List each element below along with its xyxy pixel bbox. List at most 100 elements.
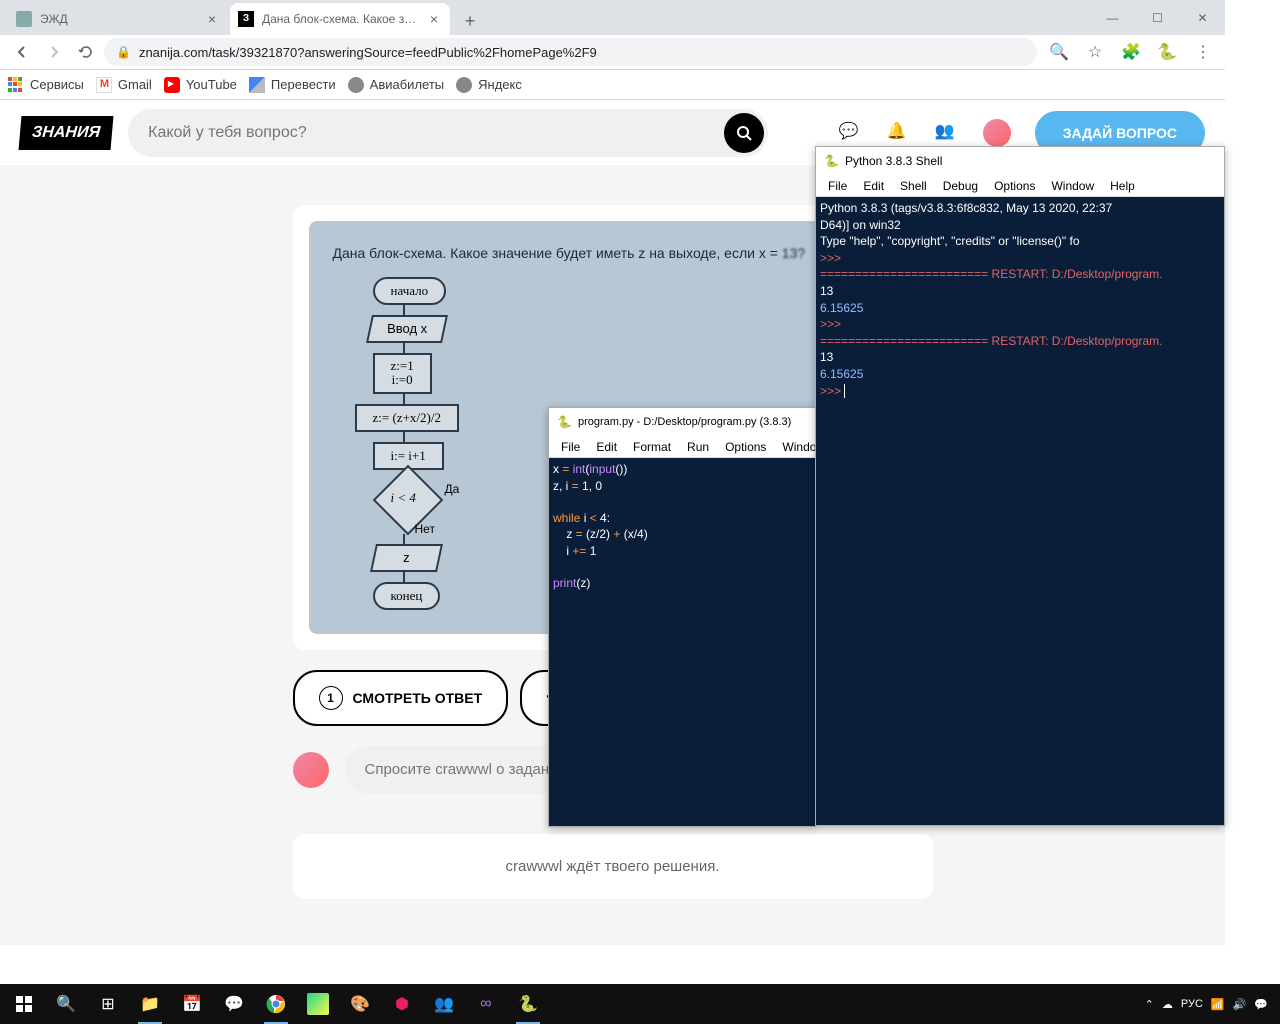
answer-count-badge: 1 — [319, 686, 343, 710]
fc-formula: z:= (z+x/2)/2 — [355, 404, 459, 432]
lock-icon: 🔒 — [116, 45, 131, 59]
minimize-button[interactable]: — — [1090, 0, 1135, 35]
whatsapp-taskbar[interactable]: 💬 — [214, 984, 254, 1024]
browser-toolbar: 🔒 znanija.com/task/39321870?answeringSou… — [0, 35, 1225, 70]
znanija-logo[interactable]: ЗНАНИЯ — [19, 116, 114, 150]
bookmark-label: Яндекс — [478, 77, 522, 92]
system-tray: ⌃ ☁ РУС 📶 🔊 💬 — [1145, 998, 1276, 1011]
messages-icon[interactable]: 💬 — [839, 121, 863, 145]
menu-edit[interactable]: Edit — [855, 177, 892, 195]
view-answer-label: СМОТРЕТЬ ОТВЕТ — [353, 690, 483, 706]
forward-button[interactable] — [40, 38, 68, 66]
search-button[interactable] — [724, 113, 764, 153]
new-tab-button[interactable]: + — [456, 7, 484, 35]
shell-titlebar[interactable]: 🐍 Python 3.8.3 Shell — [816, 147, 1224, 175]
python-editor-window[interactable]: 🐍 program.py - D:/Desktop/program.py (3.… — [548, 407, 816, 827]
reload-button[interactable] — [72, 38, 100, 66]
waiting-text: crawwwl ждёт твоего решения. — [317, 858, 909, 875]
bookmark-youtube[interactable]: YouTube — [164, 77, 237, 93]
menu-debug[interactable]: Debug — [935, 177, 986, 195]
explorer-taskbar[interactable]: 📁 — [130, 984, 170, 1024]
bookmark-flights[interactable]: Авиабилеты — [348, 77, 444, 93]
apps-icon — [8, 77, 24, 93]
asker-avatar[interactable] — [293, 752, 329, 788]
task-view-button[interactable]: ⊞ — [88, 984, 128, 1024]
browser-tab-0[interactable]: ЭЖД × — [8, 3, 228, 35]
tab-title: ЭЖД — [40, 12, 196, 26]
editor-title-text: program.py - D:/Desktop/program.py (3.8.… — [578, 416, 791, 428]
menu-file[interactable]: File — [553, 438, 588, 456]
shell-menubar: File Edit Shell Debug Options Window Hel… — [816, 175, 1224, 197]
python-shell-window[interactable]: 🐍 Python 3.8.3 Shell File Edit Shell Deb… — [815, 146, 1225, 826]
search-input[interactable] — [128, 109, 768, 157]
volume-icon[interactable]: 🔊 — [1233, 998, 1247, 1011]
bookmarks-bar: Сервисы Gmail YouTube Перевести Авиабиле… — [0, 70, 1225, 100]
editor-menubar: File Edit Format Run Options Window H — [549, 436, 815, 458]
python-icon: 🐍 — [824, 154, 839, 168]
teams-taskbar[interactable]: 👥 — [424, 984, 464, 1024]
close-button[interactable]: ✕ — [1180, 0, 1225, 35]
bookmark-apps[interactable]: Сервисы — [8, 77, 84, 93]
menu-file[interactable]: File — [820, 177, 855, 195]
fc-condition: i < 4 Да — [373, 480, 443, 520]
search-taskbar-button[interactable]: 🔍 — [46, 984, 86, 1024]
search-icon — [736, 125, 752, 141]
pycharm-taskbar[interactable] — [307, 993, 329, 1015]
tab-close-icon[interactable]: × — [204, 11, 220, 27]
vs-taskbar[interactable]: ∞ — [466, 984, 506, 1024]
editor-titlebar[interactable]: 🐍 program.py - D:/Desktop/program.py (3.… — [549, 408, 815, 436]
browser-tab-1[interactable]: З Дана блок-схема. Какое значен × — [230, 3, 450, 35]
waiting-card: crawwwl ждёт твоего решения. — [293, 834, 933, 899]
tab-close-icon[interactable]: × — [426, 11, 442, 27]
menu-window[interactable]: Window — [1043, 177, 1102, 195]
star-icon[interactable]: ☆ — [1081, 38, 1109, 66]
fc-input: Ввод x — [366, 315, 448, 343]
calendar-taskbar[interactable]: 📅 — [172, 984, 212, 1024]
python-extension-icon[interactable]: 🐍 — [1153, 38, 1181, 66]
powertoys-taskbar[interactable]: 🎨 — [340, 984, 380, 1024]
bookmark-label: Gmail — [118, 77, 152, 92]
bookmark-yandex[interactable]: Яндекс — [456, 77, 522, 93]
back-button[interactable] — [8, 38, 36, 66]
bookmark-label: Перевести — [271, 77, 336, 92]
notifications-tray-icon[interactable]: 💬 — [1254, 998, 1268, 1011]
start-button[interactable] — [4, 984, 44, 1024]
tab-strip: ЭЖД × З Дана блок-схема. Какое значен × … — [0, 0, 1225, 35]
menu-options[interactable]: Options — [986, 177, 1043, 195]
tab-title: Дана блок-схема. Какое значен — [262, 12, 418, 26]
friends-icon[interactable]: 👥 — [935, 121, 959, 145]
fc-yes-label: Да — [445, 482, 460, 496]
bookmark-label: YouTube — [186, 77, 237, 92]
tray-chevron-icon[interactable]: ⌃ — [1145, 998, 1154, 1011]
search-toolbar-icon[interactable]: 🔍 — [1045, 38, 1073, 66]
chrome-taskbar[interactable] — [256, 984, 296, 1024]
onedrive-icon[interactable]: ☁ — [1162, 998, 1173, 1011]
menu-options[interactable]: Options — [717, 438, 774, 456]
idle-taskbar[interactable]: 🐍 — [508, 984, 548, 1024]
shell-output[interactable]: Python 3.8.3 (tags/v3.8.3:6f8c832, May 1… — [816, 197, 1224, 825]
wifi-icon[interactable]: 📶 — [1211, 998, 1225, 1011]
menu-format[interactable]: Format — [625, 438, 679, 456]
bookmark-translate[interactable]: Перевести — [249, 77, 336, 93]
user-avatar[interactable] — [983, 119, 1011, 147]
address-bar[interactable]: 🔒 znanija.com/task/39321870?answeringSou… — [104, 38, 1037, 66]
youtube-icon — [164, 77, 180, 93]
menu-help[interactable]: Help — [1102, 177, 1143, 195]
shell-title-text: Python 3.8.3 Shell — [845, 154, 942, 168]
language-indicator[interactable]: РУС — [1181, 998, 1203, 1010]
notifications-icon[interactable]: 🔔 — [887, 121, 911, 145]
editor-code[interactable]: x = int(input()) z, i = 1, 0 while i < 4… — [549, 458, 815, 826]
extension-icon[interactable]: 🧩 — [1117, 38, 1145, 66]
menu-run[interactable]: Run — [679, 438, 717, 456]
windows-taskbar: 🔍 ⊞ 📁 📅 💬 🎨 ⬢ 👥 ∞ 🐍 ⌃ ☁ РУС 📶 🔊 💬 — [0, 984, 1280, 1024]
app-taskbar[interactable]: ⬢ — [382, 984, 422, 1024]
view-answer-button[interactable]: 1 СМОТРЕТЬ ОТВЕТ — [293, 670, 509, 726]
fc-output: z — [370, 544, 442, 572]
menu-icon[interactable]: ⋮ — [1189, 38, 1217, 66]
gmail-icon — [96, 77, 112, 93]
globe-icon — [456, 77, 472, 93]
maximize-button[interactable]: ☐ — [1135, 0, 1180, 35]
menu-shell[interactable]: Shell — [892, 177, 935, 195]
bookmark-gmail[interactable]: Gmail — [96, 77, 152, 93]
menu-edit[interactable]: Edit — [588, 438, 625, 456]
